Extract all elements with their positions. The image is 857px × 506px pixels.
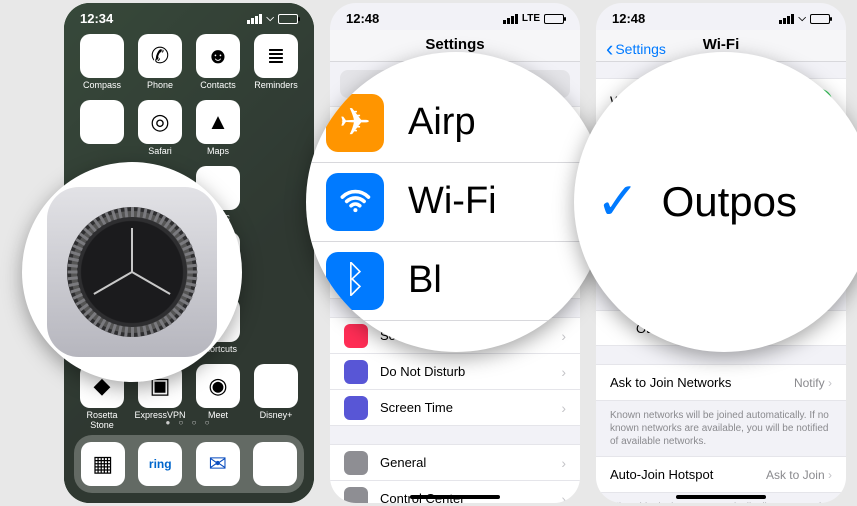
wifi-row[interactable]: Wi-Fi — [306, 163, 606, 242]
wifi-icon — [326, 173, 384, 231]
app-icon: ✆ — [138, 34, 182, 78]
page-title: Settings — [425, 36, 484, 53]
settings-row-do-not-disturb[interactable]: Do Not Disturb › — [330, 354, 580, 390]
app-icon: ≣ — [254, 34, 298, 78]
settings-icon — [47, 187, 217, 357]
signal-icon — [503, 14, 518, 24]
status-time: 12:48 — [346, 11, 379, 26]
ask-to-join-label: Ask to Join Networks — [610, 375, 731, 390]
app-icon: ▲ — [196, 100, 240, 144]
battery-icon — [810, 14, 830, 24]
wifi-status-icon: ⌵ — [798, 13, 806, 24]
settings-row-general[interactable]: General › — [330, 445, 580, 481]
chevron-icon: › — [561, 328, 566, 344]
wifi-row-magnified[interactable]: ✈ Airp Wi-Fi ᛒ Bl — [306, 52, 606, 352]
row-label: General — [380, 455, 426, 470]
control-center-icon — [344, 487, 368, 504]
bluetooth-row[interactable]: ᛒ Bl — [306, 242, 606, 321]
signal-icon — [779, 14, 794, 24]
settings-app-magnified[interactable] — [22, 162, 242, 382]
back-button[interactable]: Settings — [606, 36, 666, 62]
bluetooth-label: Bl — [408, 259, 442, 302]
status-bar: 12:48 LTE — [330, 3, 580, 30]
app-contacts[interactable]: ☻ Contacts — [192, 34, 244, 90]
app-blank — [250, 166, 302, 222]
app-safari[interactable]: ◎ Safari — [134, 100, 186, 156]
app-icon: ✦ — [254, 364, 298, 408]
page-title: Wi-Fi — [703, 36, 740, 53]
app-label: Phone — [134, 80, 186, 90]
signal-icon — [247, 14, 262, 24]
app-icon: ➢ — [80, 34, 124, 78]
general-icon — [344, 451, 368, 475]
app-label: Maps — [192, 146, 244, 156]
dock: ▦ ring ✉ ✉ — [74, 435, 304, 493]
settings-row-screen-time[interactable]: Screen Time › — [330, 390, 580, 426]
checkmark-icon: ✓ — [596, 172, 640, 232]
do-not-disturb-icon — [344, 360, 368, 384]
app-blank — [250, 298, 302, 354]
app-icon: ☻ — [196, 34, 240, 78]
app-icon: ◎ — [138, 100, 182, 144]
app-blank — [250, 232, 302, 288]
chevron-icon: › — [561, 491, 566, 504]
app-reminders[interactable]: ≣ Reminders — [250, 34, 302, 90]
home-indicator[interactable] — [410, 495, 500, 499]
dock-ring[interactable]: ring — [138, 442, 182, 486]
app-blank: ◷ — [76, 100, 128, 156]
screen-time-icon — [344, 396, 368, 420]
dock-messages[interactable]: ✉ — [253, 442, 297, 486]
auto-join-label: Auto-Join Hotspot — [610, 467, 713, 482]
wifi-status-icon: ⌵ — [266, 13, 274, 24]
network-name-large: Outpos — [662, 178, 797, 226]
app-blank — [250, 100, 302, 156]
app-maps[interactable]: ▲ Maps — [192, 100, 244, 156]
network-magnified[interactable]: ✓ Outpos — [574, 52, 857, 352]
app-icon: ◉ — [196, 364, 240, 408]
app-compass[interactable]: ➢ Compass — [76, 34, 128, 90]
dock-outlook[interactable]: ✉ — [196, 442, 240, 486]
battery-icon — [278, 14, 298, 24]
app-icon: ◷ — [80, 100, 124, 144]
airplane-mode-row[interactable]: ✈ Airp — [306, 84, 606, 163]
home-indicator[interactable] — [676, 495, 766, 499]
auto-join-value: Ask to Join — [766, 468, 832, 482]
status-bar: 12:48 ⌵ — [596, 3, 846, 30]
gear-icon — [67, 207, 197, 337]
auto-join-row[interactable]: Auto-Join Hotspot Ask to Join — [596, 456, 846, 493]
row-label: Screen Time — [380, 400, 453, 415]
carrier-label: LTE — [522, 13, 540, 24]
wifi-label: Wi-Fi — [408, 180, 497, 223]
chevron-icon: › — [561, 455, 566, 471]
dock-files[interactable]: ▦ — [81, 442, 125, 486]
app-label: Reminders — [250, 80, 302, 90]
row-label: Do Not Disturb — [380, 364, 465, 379]
status-time: 12:34 — [80, 11, 113, 26]
status-time: 12:48 — [612, 11, 645, 26]
airplane-label: Airp — [408, 101, 476, 144]
page-indicator: ● ○ ○ ○ — [64, 418, 314, 427]
chevron-icon: › — [561, 364, 566, 380]
ask-to-join-row[interactable]: Ask to Join Networks Notify — [596, 364, 846, 401]
settings-row-control-center[interactable]: Control Center› — [330, 481, 580, 503]
ask-to-join-value: Notify — [794, 376, 832, 390]
chevron-icon: › — [561, 400, 566, 416]
app-phone[interactable]: ✆ Phone — [134, 34, 186, 90]
battery-icon — [544, 14, 564, 24]
app-label: Compass — [76, 80, 128, 90]
status-bar: 12:34 ⌵ — [64, 3, 314, 30]
ask-footer: Known networks will be joined automatica… — [596, 401, 846, 456]
app-label: Safari — [134, 146, 186, 156]
sounds-icon — [344, 324, 368, 348]
app-label: Contacts — [192, 80, 244, 90]
